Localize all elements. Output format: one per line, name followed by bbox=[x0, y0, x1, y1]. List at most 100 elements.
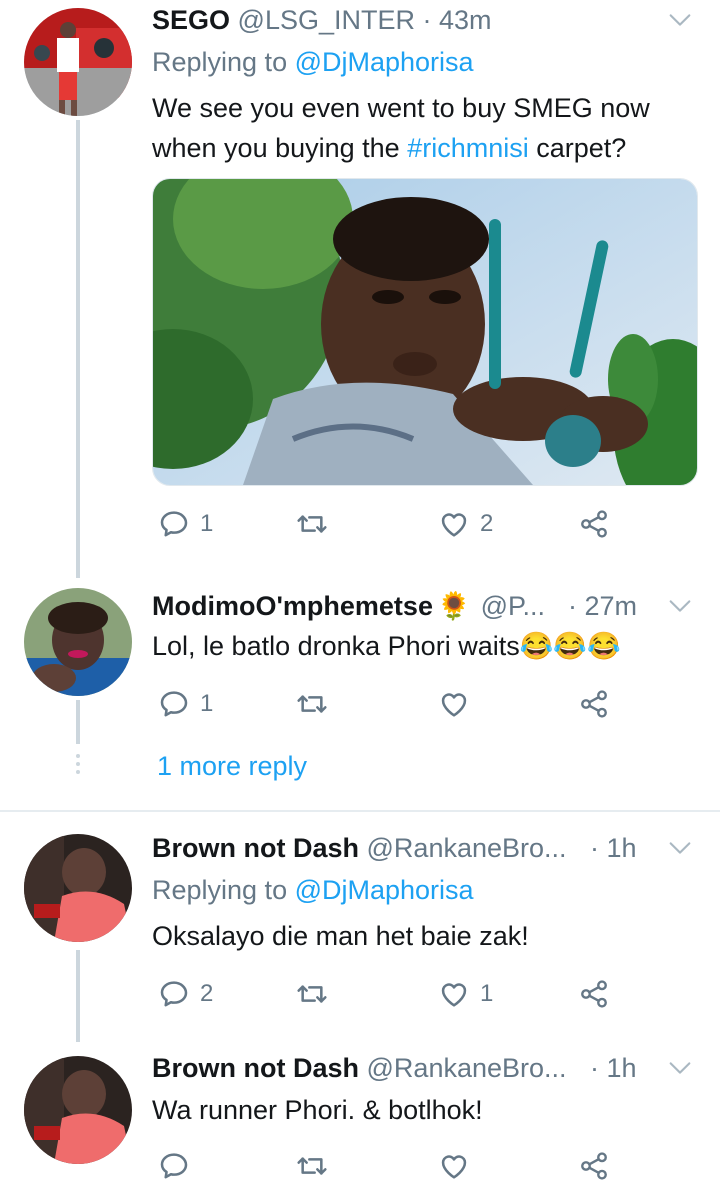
thread-gap-dots bbox=[76, 754, 80, 778]
mention-link[interactable]: @DjMaphorisa bbox=[295, 875, 474, 905]
like-icon bbox=[438, 978, 470, 1010]
retweet-icon bbox=[296, 978, 328, 1010]
reply-count: 2 bbox=[200, 980, 214, 1007]
tweet-header: Brown not Dash @RankaneBro... bbox=[152, 828, 567, 868]
like-icon bbox=[438, 1150, 470, 1182]
share-icon bbox=[578, 978, 610, 1010]
separator: · bbox=[568, 591, 585, 621]
timestamp-group[interactable]: · 27m bbox=[568, 586, 637, 626]
user-handle[interactable]: @RankaneBro... bbox=[367, 833, 567, 863]
share-icon bbox=[578, 688, 610, 720]
retweet-icon bbox=[296, 688, 328, 720]
reply-button[interactable]: 1 bbox=[158, 684, 213, 724]
like-count: 1 bbox=[480, 980, 494, 1007]
retweet-button[interactable] bbox=[296, 684, 338, 724]
retweet-icon bbox=[296, 1150, 328, 1182]
tweet-brown-1[interactable]: Brown not Dash @RankaneBro... · 1h Reply… bbox=[0, 812, 720, 1042]
reply-button[interactable] bbox=[158, 1146, 200, 1186]
tweet-modimo[interactable]: ModimoO'mphemetse 🌻 @P... · 27m Lol, le ba… bbox=[0, 580, 720, 810]
like-icon bbox=[438, 688, 470, 720]
share-button[interactable] bbox=[578, 1146, 610, 1186]
avatar[interactable] bbox=[24, 588, 132, 696]
mention-link[interactable]: @DjMaphorisa bbox=[295, 47, 474, 77]
tweet-text-line: when you buying the #richmnisi carpet? bbox=[152, 128, 712, 168]
retweet-button[interactable] bbox=[296, 1146, 338, 1186]
tweet-text: Wa runner Phori. & botlhok! bbox=[152, 1090, 712, 1130]
separator: · bbox=[415, 5, 439, 35]
thread-line bbox=[76, 950, 80, 1042]
tweet-header: ModimoO'mphemetse 🌻 @P... bbox=[152, 586, 545, 626]
user-handle[interactable]: @RankaneBro... bbox=[367, 1053, 567, 1083]
like-button[interactable] bbox=[438, 1146, 480, 1186]
replying-to-label: Replying to bbox=[152, 47, 295, 77]
like-button[interactable]: 2 bbox=[438, 504, 493, 544]
timestamp[interactable]: 27m bbox=[585, 591, 638, 621]
reply-icon bbox=[158, 508, 190, 540]
timestamp-group[interactable]: · 1h bbox=[590, 828, 637, 868]
timestamp[interactable]: 43m bbox=[439, 5, 492, 35]
display-name[interactable]: SEGO bbox=[152, 5, 230, 35]
reply-button[interactable]: 1 bbox=[158, 504, 213, 544]
avatar[interactable] bbox=[24, 834, 132, 942]
share-button[interactable] bbox=[578, 504, 610, 544]
tweet-actions: 1 2 bbox=[152, 504, 632, 544]
tweet-actions: 1 bbox=[152, 684, 632, 724]
tweet-text-line: Oksalayo die man het baie zak! bbox=[152, 921, 529, 951]
tweet-brown-2[interactable]: Brown not Dash @RankaneBro... · 1h Wa ru… bbox=[0, 1042, 720, 1185]
chevron-down-icon[interactable] bbox=[666, 6, 694, 34]
avatar[interactable] bbox=[24, 1056, 132, 1164]
retweet-button[interactable] bbox=[296, 974, 338, 1014]
like-count: 2 bbox=[480, 510, 494, 537]
sunflower-emoji: 🌻 bbox=[436, 591, 471, 621]
avatar[interactable] bbox=[24, 8, 132, 116]
user-handle[interactable]: @P... bbox=[481, 591, 545, 621]
like-icon bbox=[438, 508, 470, 540]
tweet-header: SEGO @LSG_INTER · 43m bbox=[152, 0, 492, 40]
chevron-down-icon[interactable] bbox=[666, 1054, 694, 1082]
tweet-actions bbox=[152, 1146, 632, 1186]
text-segment: carpet? bbox=[528, 133, 627, 163]
timestamp[interactable]: 1h bbox=[607, 833, 637, 863]
like-button[interactable]: 1 bbox=[438, 974, 493, 1014]
like-button[interactable] bbox=[438, 684, 480, 724]
user-handle[interactable]: @LSG_INTER bbox=[238, 5, 415, 35]
retweet-button[interactable] bbox=[296, 504, 338, 544]
tweet-text-line: Lol, le batlo dronka Phori waits😂😂😂 bbox=[152, 631, 621, 661]
separator: · bbox=[590, 833, 607, 863]
tweet-text-line: Wa runner Phori. & botlhok! bbox=[152, 1095, 483, 1125]
thread-line bbox=[76, 120, 80, 578]
reply-icon bbox=[158, 1150, 190, 1182]
separator: · bbox=[590, 1053, 607, 1083]
text-segment: when you buying the bbox=[152, 133, 408, 163]
tweet-header: Brown not Dash @RankaneBro... bbox=[152, 1048, 567, 1088]
display-name[interactable]: Brown not Dash bbox=[152, 833, 359, 863]
tweet-text-line: We see you even went to buy SMEG now bbox=[152, 93, 650, 123]
tweet-photo[interactable] bbox=[152, 178, 698, 486]
tweet-actions: 2 1 bbox=[152, 974, 632, 1014]
display-name[interactable]: ModimoO'mphemetse bbox=[152, 591, 433, 621]
tweet-text: Lol, le batlo dronka Phori waits😂😂😂 bbox=[152, 626, 712, 666]
chevron-down-icon[interactable] bbox=[666, 592, 694, 620]
hashtag-link[interactable]: #richmnisi bbox=[407, 133, 529, 163]
timestamp[interactable]: 1h bbox=[607, 1053, 637, 1083]
tweet-sego[interactable]: SEGO @LSG_INTER · 43m Replying to @DjMap… bbox=[0, 0, 720, 580]
reply-count: 1 bbox=[200, 510, 214, 537]
share-icon bbox=[578, 1150, 610, 1182]
tweet-text: Oksalayo die man het baie zak! bbox=[152, 916, 712, 956]
reply-icon bbox=[158, 978, 190, 1010]
thread-line bbox=[76, 700, 80, 744]
replying-to: Replying to @DjMaphorisa bbox=[152, 870, 474, 910]
replying-to-label: Replying to bbox=[152, 875, 295, 905]
replying-to: Replying to @DjMaphorisa bbox=[152, 42, 474, 82]
share-button[interactable] bbox=[578, 684, 610, 724]
more-replies-link[interactable]: 1 more reply bbox=[157, 746, 307, 786]
reply-button[interactable]: 2 bbox=[158, 974, 213, 1014]
display-name[interactable]: Brown not Dash bbox=[152, 1053, 359, 1083]
reply-count: 1 bbox=[200, 690, 214, 717]
reply-icon bbox=[158, 688, 190, 720]
share-button[interactable] bbox=[578, 974, 610, 1014]
retweet-icon bbox=[296, 508, 328, 540]
tweet-text: We see you even went to buy SMEG now whe… bbox=[152, 88, 712, 168]
chevron-down-icon[interactable] bbox=[666, 834, 694, 862]
timestamp-group[interactable]: · 1h bbox=[590, 1048, 637, 1088]
